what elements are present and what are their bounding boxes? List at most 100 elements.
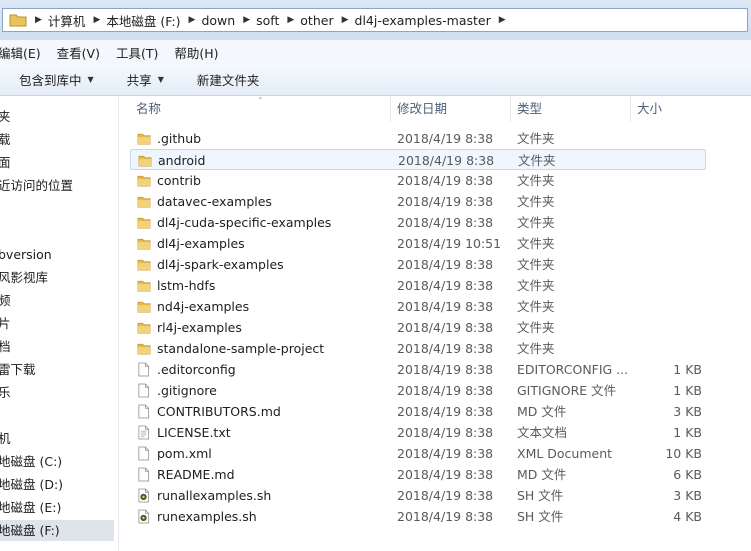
nav-item[interactable]: 载 [0, 129, 114, 150]
file-row[interactable]: nd4j-examples 2018/4/19 8:38 文件夹 [130, 296, 706, 317]
dropdown-arrow-icon: ▼ [157, 75, 164, 84]
breadcrumb-separator-icon[interactable]: ▶ [93, 15, 100, 25]
file-type: GITIGNORE 文件 [517, 383, 617, 398]
file-modified-date: 2018/4/19 8:38 [397, 341, 494, 356]
breadcrumb-separator-icon[interactable]: ▶ [287, 15, 294, 25]
file-type: MD 文件 [517, 467, 567, 482]
nav-item[interactable]: 地磁盘 (E:) [0, 497, 114, 518]
share-button[interactable]: 共享 ▼ [127, 70, 164, 89]
nav-item[interactable]: 夹 [0, 106, 114, 127]
file-size [630, 191, 702, 212]
file-size [630, 170, 702, 191]
file-type: EDITORCONFIG ... [517, 362, 629, 377]
script-file-icon [138, 509, 150, 524]
folder-icon [138, 155, 152, 167]
nav-item[interactable]: 近访问的位置 [0, 175, 114, 196]
file-row[interactable]: dl4j-spark-examples 2018/4/19 8:38 文件夹 [130, 254, 706, 275]
breadcrumb-separator-icon[interactable]: ▶ [35, 15, 42, 25]
nav-item[interactable]: 地磁盘 (C:) [0, 451, 114, 472]
file-row[interactable]: .editorconfig 2018/4/19 8:38 EDITORCONFIG … [130, 359, 706, 380]
breadcrumb-item[interactable]: soft [256, 13, 279, 28]
file-size [630, 212, 702, 233]
menu-view[interactable]: 查看(V) [57, 43, 100, 62]
file-size [630, 317, 702, 338]
file-row[interactable]: rl4j-examples 2018/4/19 8:38 文件夹 [130, 317, 706, 338]
file-type: 文件夹 [517, 131, 555, 146]
file-row[interactable]: README.md 2018/4/19 8:38 MD 文件 6 KB [130, 464, 706, 485]
file-row[interactable]: standalone-sample-project 2018/4/19 8:38 文… [130, 338, 706, 359]
file-row[interactable]: dl4j-examples 2018/4/19 10:51 文件夹 [130, 233, 706, 254]
command-bar: 包含到库中 ▼ 共享 ▼ 新建文件夹 [0, 64, 751, 96]
nav-item[interactable]: 地磁盘 (D:) [0, 474, 114, 495]
file-name: .gitignore [157, 383, 217, 398]
file-modified-date: 2018/4/19 8:38 [398, 153, 495, 168]
folder-icon [137, 238, 151, 250]
breadcrumb-item[interactable]: other [300, 13, 333, 28]
column-header-name[interactable]: 名称 ⌃ [119, 96, 391, 122]
file-modified-date: 2018/4/19 8:38 [397, 194, 494, 209]
breadcrumb-item[interactable]: dl4j-examples-master [355, 13, 491, 28]
file-type: 文件夹 [517, 341, 555, 356]
file-type: XML Document [517, 446, 613, 461]
nav-item[interactable]: 频 [0, 290, 114, 311]
file-name: .github [157, 131, 202, 146]
file-name: CONTRIBUTORS.md [157, 404, 281, 419]
file-name: rl4j-examples [157, 320, 242, 335]
nav-item[interactable]: 档 [0, 336, 114, 357]
navigation-pane: 夹载面近访问的位置bversion风影视库频片档雷下载乐机地磁盘 (C:)地磁盘… [0, 96, 119, 551]
menu-help[interactable]: 帮助(H) [174, 43, 218, 62]
file-size: 1 KB [673, 362, 702, 377]
file-modified-date: 2018/4/19 8:38 [397, 404, 494, 419]
file-modified-date: 2018/4/19 10:51 [397, 236, 502, 251]
file-size [630, 338, 702, 359]
breadcrumb-separator-icon[interactable]: ▶ [189, 15, 196, 25]
file-type: 文件夹 [517, 194, 555, 209]
file-row[interactable]: .github 2018/4/19 8:38 文件夹 [130, 128, 706, 149]
new-folder-button[interactable]: 新建文件夹 [197, 70, 260, 89]
file-row[interactable]: datavec-examples 2018/4/19 8:38 文件夹 [130, 191, 706, 212]
breadcrumb-item[interactable]: 计算机 [48, 11, 86, 30]
file-row[interactable]: .gitignore 2018/4/19 8:38 GITIGNORE 文件 1 KB [130, 380, 706, 401]
include-library-button[interactable]: 包含到库中 ▼ [19, 70, 94, 89]
file-size: 3 KB [673, 488, 702, 503]
file-row[interactable]: CONTRIBUTORS.md 2018/4/19 8:38 MD 文件 3 KB [130, 401, 706, 422]
file-row[interactable]: lstm-hdfs 2018/4/19 8:38 文件夹 [130, 275, 706, 296]
file-row[interactable]: dl4j-cuda-specific-examples 2018/4/19 8:3… [130, 212, 706, 233]
file-row[interactable]: android 2018/4/19 8:38 文件夹 [130, 149, 706, 170]
column-header-date[interactable]: 修改日期 [391, 96, 511, 122]
breadcrumb-item[interactable]: down [201, 13, 235, 28]
nav-item[interactable]: bversion [0, 244, 114, 265]
nav-item[interactable]: 地磁盘 (F:) [0, 520, 114, 541]
file-row[interactable]: pom.xml 2018/4/19 8:38 XML Document 10 KB [130, 443, 706, 464]
file-size [630, 233, 702, 254]
address-field[interactable]: ▶ 计算机 ▶ 本地磁盘 (F:) ▶ down ▶ soft ▶ other ▶ dl4j-exam… [2, 8, 748, 32]
file-size [630, 296, 702, 317]
nav-item[interactable]: 机 [0, 428, 114, 449]
file-row[interactable]: runallexamples.sh 2018/4/19 8:38 SH 文件 3 KB [130, 485, 706, 506]
menu-tools[interactable]: 工具(T) [116, 43, 158, 62]
nav-item[interactable]: 面 [0, 152, 114, 173]
sort-up-icon: ⌃ [257, 96, 264, 105]
breadcrumb-separator-icon[interactable]: ▶ [342, 15, 349, 25]
nav-item[interactable]: 雷下载 [0, 359, 114, 380]
file-type: 文件夹 [517, 215, 555, 230]
nav-item[interactable]: 乐 [0, 382, 114, 403]
file-type: SH 文件 [517, 509, 564, 524]
column-header-type[interactable]: 类型 [511, 96, 631, 122]
nav-item[interactable]: 风影视库 [0, 267, 114, 288]
breadcrumb-separator-icon[interactable]: ▶ [499, 15, 506, 25]
menu-edit[interactable]: 编辑(E) [0, 43, 41, 62]
file-row[interactable]: contrib 2018/4/19 8:38 文件夹 [130, 170, 706, 191]
file-modified-date: 2018/4/19 8:38 [397, 467, 494, 482]
nav-item[interactable]: 片 [0, 313, 114, 334]
file-row[interactable]: LICENSE.txt 2018/4/19 8:38 文本文档 1 KB [130, 422, 706, 443]
column-header-size[interactable]: 大小 [631, 96, 711, 122]
breadcrumb-item[interactable]: 本地磁盘 (F:) [106, 11, 180, 30]
file-name: standalone-sample-project [157, 341, 325, 356]
breadcrumb-separator-icon[interactable]: ▶ [243, 15, 250, 25]
folder-icon [137, 133, 151, 145]
file-type: 文件夹 [517, 236, 555, 251]
file-modified-date: 2018/4/19 8:38 [397, 131, 494, 146]
file-type: 文件夹 [517, 278, 555, 293]
file-row[interactable]: runexamples.sh 2018/4/19 8:38 SH 文件 4 KB [130, 506, 706, 527]
